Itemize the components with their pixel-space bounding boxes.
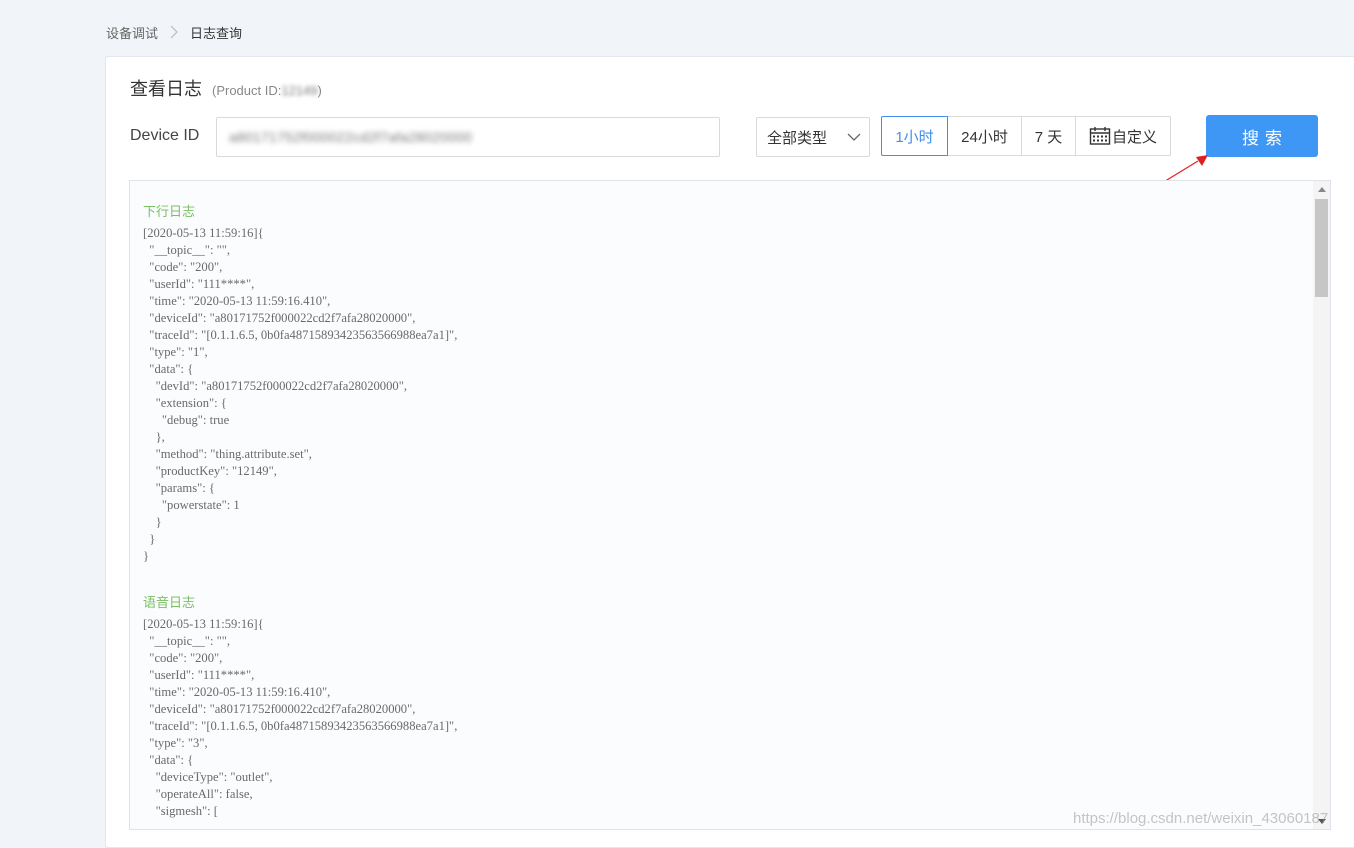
log-content: 下行日志 [2020-05-13 11:59:16]{ "__topic__": … <box>143 203 1306 829</box>
product-id: (Product ID: 12149 ) <box>212 83 322 98</box>
log-type-select[interactable]: 全部类型 <box>756 117 870 157</box>
log-output-panel[interactable]: 下行日志 [2020-05-13 11:59:16]{ "__topic__": … <box>129 180 1331 830</box>
range-7d-button[interactable]: 7 天 <box>1021 116 1076 156</box>
page-title-text: 查看日志 <box>130 79 202 99</box>
log-line: "devId": "a80171752f000022cd2f7afa280200… <box>143 379 407 393</box>
product-id-suffix: ) <box>317 83 322 98</box>
product-id-prefix: (Product ID: <box>212 83 282 98</box>
log-line: } <box>143 532 156 546</box>
log-line: } <box>143 549 150 563</box>
log-section-heading: 下行日志 <box>143 204 196 219</box>
log-line: "deviceId": "a80171752f000022cd2f7afa280… <box>143 702 416 716</box>
device-id-label: Device ID <box>130 127 200 144</box>
log-line: "params": { <box>143 481 215 495</box>
log-line: "traceId": "[0.1.1.6.5, 0b0fa48715893423… <box>143 719 458 733</box>
log-line: "data": { <box>143 753 194 767</box>
log-line: "time": "2020-05-13 11:59:16.410", <box>143 685 331 699</box>
log-query-card: 查看日志 (Product ID: 12149 ) Device ID a801… <box>105 56 1354 848</box>
page-title: 查看日志 (Product ID: 12149 ) <box>130 75 322 101</box>
product-id-value: 12149 <box>281 83 318 98</box>
log-type-selected: 全部类型 <box>767 129 828 147</box>
search-button[interactable]: 搜索 <box>1206 115 1318 157</box>
log-line: "deviceId": "a80171752f000022cd2f7afa280… <box>143 311 416 325</box>
breadcrumb: 设备调试 日志查询 <box>106 22 242 42</box>
log-line: "type": "3", <box>143 736 208 750</box>
log-line: "productKey": "12149", <box>143 464 277 478</box>
range-1h-label: 1小时 <box>895 128 934 146</box>
calendar-icon <box>1089 126 1111 146</box>
breadcrumb-parent[interactable]: 设备调试 <box>106 23 158 42</box>
log-line: "type": "1", <box>143 345 208 359</box>
log-line: "operateAll": false, <box>143 787 253 801</box>
log-line: "__topic__": "", <box>143 634 231 648</box>
range-custom-button[interactable]: 自定义 <box>1075 116 1171 156</box>
log-line: "userId": "111****", <box>143 668 255 682</box>
range-24h-label: 24小时 <box>961 128 1008 146</box>
scroll-up-icon[interactable] <box>1313 181 1330 197</box>
log-line: "powerstate": 1 <box>143 498 240 512</box>
log-line: "time": "2020-05-13 11:59:16.410", <box>143 294 331 308</box>
log-line: "traceId": "[0.1.1.6.5, 0b0fa48715893423… <box>143 328 458 342</box>
breadcrumb-current: 日志查询 <box>190 25 243 41</box>
scroll-thumb[interactable] <box>1315 199 1328 297</box>
log-line: "deviceType": "outlet", <box>143 770 273 784</box>
log-line: "extension": { <box>143 396 227 410</box>
chevron-down-icon <box>847 129 861 146</box>
log-line: [2020-05-13 11:59:16]{ <box>143 226 264 240</box>
log-section: 语音日志 [2020-05-13 11:59:16]{ "__topic__": … <box>143 594 1306 820</box>
log-line: }, <box>143 430 165 444</box>
device-id-value: a80171752f000022cd2f7afa28020000 <box>229 129 473 145</box>
range-1h-button[interactable]: 1小时 <box>881 116 948 156</box>
log-scrollbar[interactable] <box>1313 181 1330 829</box>
range-custom-label: 自定义 <box>1111 128 1157 146</box>
chevron-right-icon <box>166 25 182 39</box>
log-line: "debug": true <box>143 413 230 427</box>
log-line: [2020-05-13 11:59:16]{ <box>143 617 264 631</box>
watermark: https://blog.csdn.net/weixin_43060187 <box>1073 810 1329 827</box>
log-section: 下行日志 [2020-05-13 11:59:16]{ "__topic__": … <box>143 203 1306 565</box>
log-line: "code": "200", <box>143 260 223 274</box>
range-7d-label: 7 天 <box>1034 128 1063 146</box>
log-section-heading: 语音日志 <box>143 595 196 610</box>
log-line: "code": "200", <box>143 651 223 665</box>
range-24h-button[interactable]: 24小时 <box>947 116 1022 156</box>
time-range-group: 1小时 24小时 7 天 自定义 <box>881 116 1171 156</box>
log-line: "method": "thing.attribute.set", <box>143 447 312 461</box>
log-line: "userId": "111****", <box>143 277 255 291</box>
log-line: "__topic__": "", <box>143 243 231 257</box>
log-line: } <box>143 515 162 529</box>
log-line: "data": { <box>143 362 194 376</box>
device-id-input[interactable]: a80171752f000022cd2f7afa28020000 <box>216 117 720 157</box>
